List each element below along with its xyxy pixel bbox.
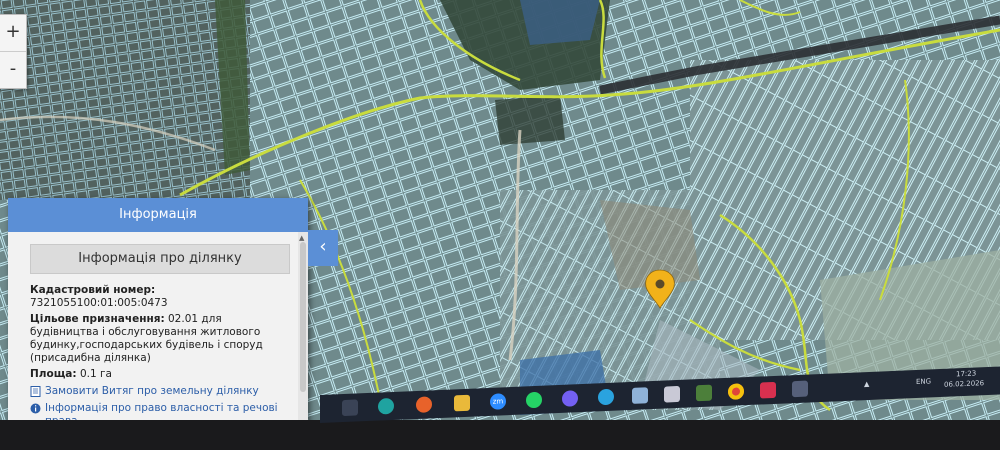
panel-title: Інформація (8, 198, 308, 232)
chrome-icon[interactable] (728, 383, 744, 400)
settings-icon[interactable] (792, 380, 808, 398)
cadastral-value: 7321055100:01:005:0473 (30, 297, 168, 309)
clock-date[interactable]: 06.02.2026 (944, 379, 984, 389)
panel-scrollbar[interactable]: ▲ ▼ (298, 232, 308, 433)
telegram-icon[interactable] (598, 388, 614, 406)
collapse-panel-button[interactable]: ‹ (308, 230, 338, 266)
purpose-label: Цільове призначення: (30, 313, 165, 325)
zoom-out-button[interactable]: - (0, 51, 26, 88)
red-app-icon[interactable] (760, 381, 776, 399)
panel-body: Інформація про ділянку Кадастровий номер… (8, 232, 298, 433)
order-extract-link-label[interactable]: Замовити Витяг про земельну ділянку (45, 385, 259, 398)
task-view-icon[interactable] (342, 399, 358, 417)
scroll-up-icon[interactable]: ▲ (299, 234, 304, 242)
info-icon (30, 403, 41, 414)
zoom-control: + - (0, 14, 27, 89)
area-value: 0.1 га (79, 368, 112, 380)
notepad-icon[interactable] (632, 387, 648, 404)
monitor-bezel (0, 420, 1000, 450)
store-icon[interactable] (664, 385, 680, 403)
document-icon (30, 386, 41, 397)
area-label: Площа: (30, 368, 77, 380)
clock-time[interactable]: 17:23 (956, 369, 976, 378)
parcel-info-header: Інформація про ділянку (30, 244, 290, 274)
cadastral-label: Кадастровий номер: (30, 284, 156, 296)
area-row: Площа: 0.1 га (30, 368, 290, 381)
zoom-app-icon[interactable]: zm (490, 393, 506, 410)
xbox-icon[interactable] (696, 384, 712, 402)
info-panel: Інформація Інформація про ділянку Кадаст… (8, 198, 308, 433)
scroll-thumb[interactable] (300, 242, 306, 392)
cadastral-number-row: Кадастровий номер: 7321055100:01:005:047… (30, 284, 290, 310)
tray-chevron-icon[interactable]: ▲ (864, 380, 869, 388)
order-extract-link[interactable]: Замовити Витяг про земельну ділянку (30, 385, 290, 398)
whatsapp-icon[interactable] (526, 391, 542, 409)
zoom-in-button[interactable]: + (0, 15, 26, 51)
purpose-row: Цільове призначення: 02.01 для будівницт… (30, 313, 290, 365)
firefox-icon[interactable] (416, 396, 432, 413)
language-indicator[interactable]: ENG (916, 377, 931, 386)
file-explorer-icon[interactable] (454, 394, 470, 412)
viber-icon[interactable] (562, 390, 578, 407)
edge-icon[interactable] (378, 397, 394, 415)
